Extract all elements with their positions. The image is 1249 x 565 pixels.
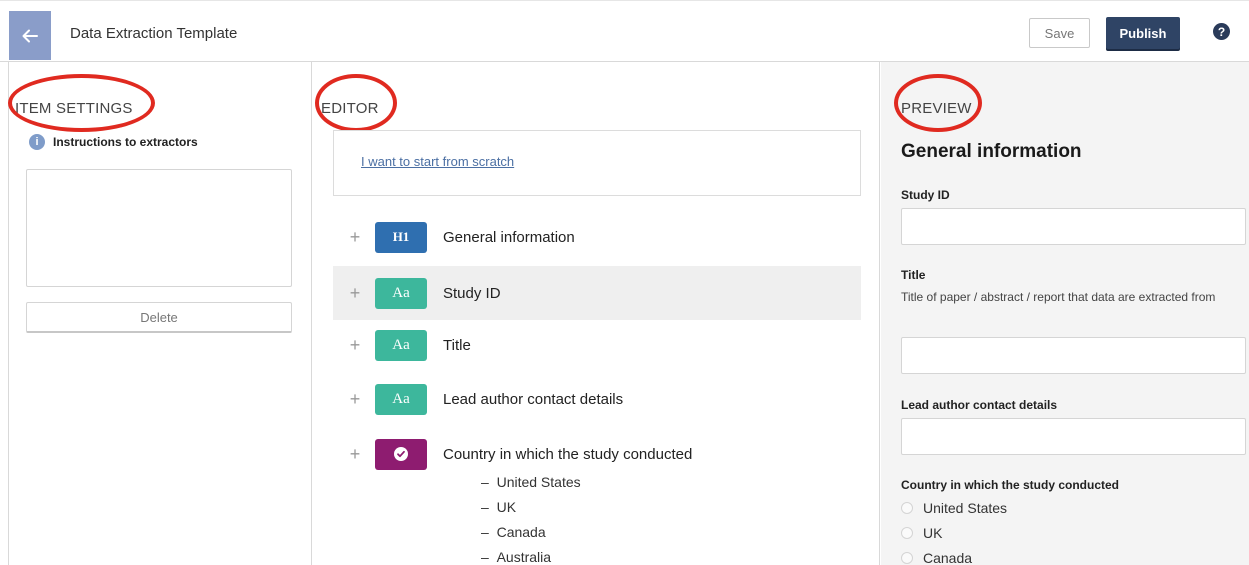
- top-bar: Data Extraction Template Save Publish ?: [0, 0, 1249, 62]
- field-row-country[interactable]: + Country in which the study conducted: [333, 427, 861, 481]
- radio-label: United States: [923, 500, 1008, 516]
- save-button[interactable]: Save: [1029, 18, 1090, 48]
- preview-heading: PREVIEW: [901, 100, 972, 117]
- field-row-lead-author[interactable]: + Aa Lead author contact details: [333, 372, 861, 426]
- item-settings-heading: ITEM SETTINGS: [15, 100, 133, 117]
- field-row-general-information[interactable]: + H1 General information: [333, 210, 861, 264]
- back-button[interactable]: [9, 11, 51, 60]
- item-settings-panel: ITEM SETTINGS i Instructions to extracto…: [8, 62, 312, 565]
- text-type-badge: Aa: [375, 277, 427, 309]
- field-label: Country in which the study conducted: [443, 445, 693, 463]
- title-input[interactable]: [901, 337, 1246, 374]
- country-radio-option[interactable]: UK: [901, 525, 942, 541]
- preview-section-title: General information: [901, 141, 1082, 162]
- option-item: – Australia: [481, 549, 552, 565]
- lead-author-input[interactable]: [901, 418, 1246, 455]
- plus-icon[interactable]: +: [345, 335, 365, 356]
- field-label: Title: [443, 336, 471, 354]
- arrow-left-icon: [22, 29, 38, 42]
- help-icon[interactable]: ?: [1213, 23, 1230, 40]
- field-row-title[interactable]: + Aa Title: [333, 318, 861, 372]
- preview-panel: PREVIEW General information Study ID Tit…: [881, 62, 1249, 565]
- plus-icon[interactable]: +: [345, 389, 365, 410]
- country-radio-option[interactable]: Canada: [901, 550, 972, 565]
- heading-type-badge: H1: [375, 221, 427, 253]
- plus-icon[interactable]: +: [345, 227, 365, 248]
- radio-label: UK: [923, 525, 943, 541]
- page-title: Data Extraction Template: [70, 25, 238, 42]
- publish-button[interactable]: Publish: [1106, 17, 1180, 49]
- text-type-badge: Aa: [375, 329, 427, 361]
- radio-button[interactable]: [901, 502, 913, 514]
- delete-button[interactable]: Delete: [26, 302, 292, 333]
- plus-icon[interactable]: +: [345, 283, 365, 304]
- study-id-label: Study ID: [901, 188, 950, 202]
- option-item: – Canada: [481, 524, 546, 540]
- radio-button[interactable]: [901, 527, 913, 539]
- check-icon: [394, 447, 408, 461]
- instructions-label: Instructions to extractors: [53, 135, 198, 149]
- field-label: Lead author contact details: [443, 390, 624, 408]
- choice-type-badge: [375, 438, 427, 470]
- text-type-badge: Aa: [375, 383, 427, 415]
- country-label: Country in which the study conducted: [901, 478, 1120, 492]
- country-radio-option[interactable]: United States: [901, 500, 1007, 516]
- instructions-textarea[interactable]: [26, 169, 292, 287]
- option-item: – UK: [481, 499, 517, 515]
- title-help-text: Title of paper / abstract / report that …: [901, 290, 1216, 304]
- instructions-row: i Instructions to extractors: [29, 134, 198, 150]
- field-label: Study ID: [443, 284, 501, 302]
- editor-panel: EDITOR I want to start from scratch + H1…: [313, 62, 880, 565]
- plus-icon[interactable]: +: [345, 444, 365, 465]
- radio-label: Canada: [923, 550, 973, 565]
- title-label: Title: [901, 268, 926, 282]
- start-from-scratch-box: I want to start from scratch: [333, 130, 861, 196]
- lead-author-label: Lead author contact details: [901, 398, 1058, 412]
- country-option-list: – United States – UK – Canada – Australi…: [481, 473, 581, 565]
- study-id-input[interactable]: [901, 208, 1246, 245]
- field-row-study-id[interactable]: + Aa Study ID: [333, 266, 861, 320]
- start-from-scratch-link[interactable]: I want to start from scratch: [361, 154, 514, 169]
- editor-heading: EDITOR: [321, 100, 379, 117]
- info-icon: i: [29, 134, 45, 150]
- radio-button[interactable]: [901, 552, 913, 564]
- field-label: General information: [443, 228, 575, 246]
- option-item: – United States: [481, 474, 581, 490]
